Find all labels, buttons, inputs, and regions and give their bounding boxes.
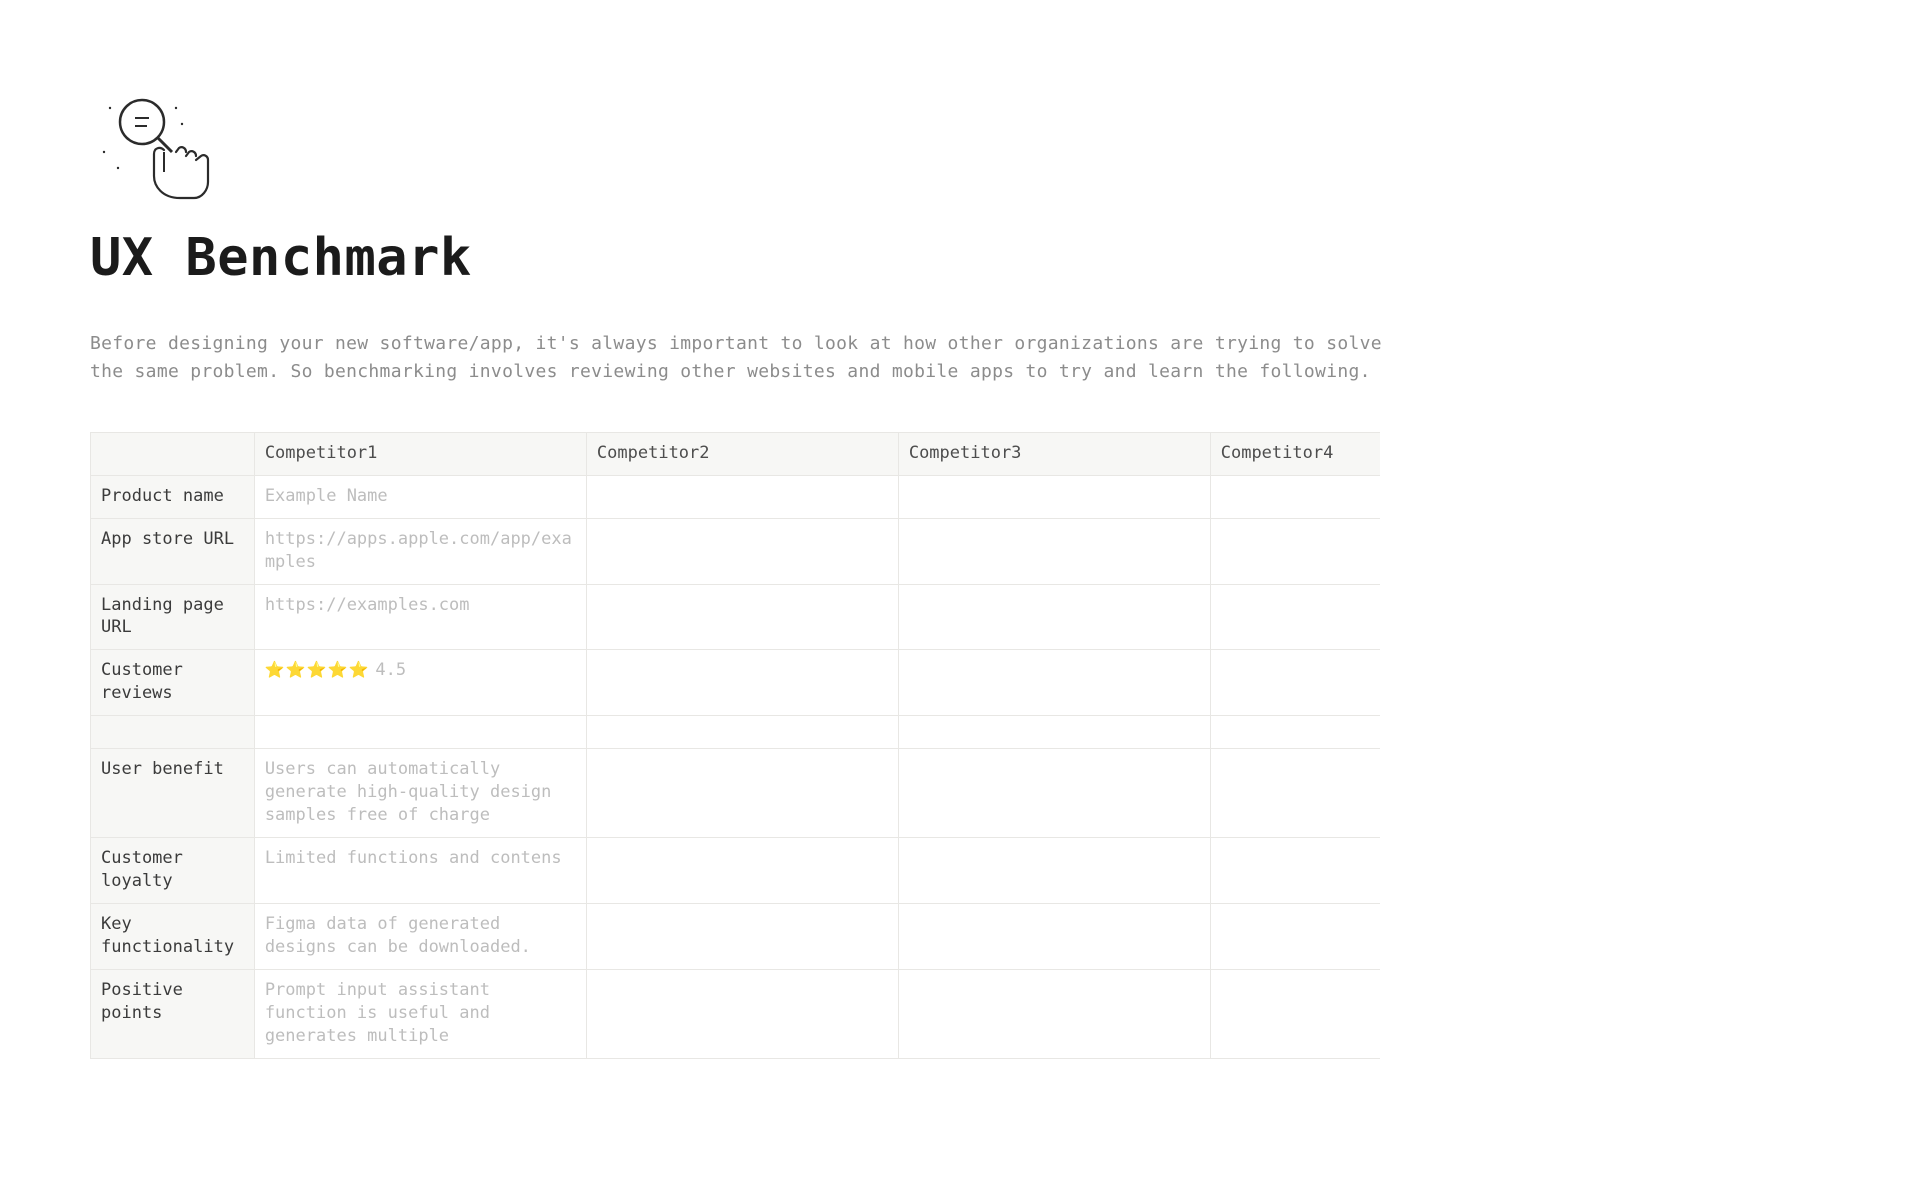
- rowlabel-user-benefit: User benefit: [91, 749, 255, 838]
- cell-loyalty-c1[interactable]: Limited functions and contens: [254, 838, 586, 904]
- cell-landing-c1[interactable]: https://examples.com: [254, 584, 586, 650]
- cell-loyalty-c3[interactable]: [898, 838, 1210, 904]
- header-competitor1: Competitor1: [254, 432, 586, 475]
- cell-loyalty-c2[interactable]: [586, 838, 898, 904]
- intro-paragraph: Before designing your new software/app, …: [90, 330, 1390, 386]
- cell-benefit-c2[interactable]: [586, 749, 898, 838]
- cell-landing-c2[interactable]: [586, 584, 898, 650]
- benchmark-table: Competitor1 Competitor2 Competitor3 Comp…: [90, 432, 1380, 1059]
- header-competitor3: Competitor3: [898, 432, 1210, 475]
- cell-appstore-c2[interactable]: [586, 518, 898, 584]
- cell-spacer-c3[interactable]: [898, 716, 1210, 749]
- cell-functionality-c1[interactable]: Figma data of generated designs can be d…: [254, 903, 586, 969]
- rowlabel-key-functionality: Key functionality: [91, 903, 255, 969]
- rowlabel-product-name: Product name: [91, 475, 255, 518]
- rowlabel-customer-loyalty: Customer loyalty: [91, 838, 255, 904]
- cell-spacer-c4[interactable]: [1210, 716, 1380, 749]
- rowlabel-positive-points: Positive points: [91, 969, 255, 1058]
- cell-reviews-c2[interactable]: [586, 650, 898, 716]
- row-customer-loyalty: Customer loyalty Limited functions and c…: [91, 838, 1381, 904]
- cell-reviews-c1[interactable]: ⭐⭐⭐⭐⭐ 4.5: [254, 650, 586, 716]
- magnifier-hand-icon: [90, 90, 230, 210]
- cell-product-name-c1[interactable]: Example Name: [254, 475, 586, 518]
- cell-product-name-c2[interactable]: [586, 475, 898, 518]
- cell-positive-c3[interactable]: [898, 969, 1210, 1058]
- cell-positive-c2[interactable]: [586, 969, 898, 1058]
- cell-benefit-c3[interactable]: [898, 749, 1210, 838]
- row-positive-points: Positive points Prompt input assistant f…: [91, 969, 1381, 1058]
- document-page: UX Benchmark Before designing your new s…: [0, 0, 1920, 1119]
- row-landing-url: Landing page URL https://examples.com: [91, 584, 1381, 650]
- rowlabel-customer-reviews: Customer reviews: [91, 650, 255, 716]
- header-blank: [91, 432, 255, 475]
- cell-benefit-c1[interactable]: Users can automatically generate high-qu…: [254, 749, 586, 838]
- row-appstore-url: App store URL https://apps.apple.com/app…: [91, 518, 1381, 584]
- cell-reviews-c3[interactable]: [898, 650, 1210, 716]
- cell-positive-c4[interactable]: [1210, 969, 1380, 1058]
- cell-functionality-c3[interactable]: [898, 903, 1210, 969]
- rowlabel-spacer: [91, 716, 255, 749]
- cell-reviews-c4[interactable]: [1210, 650, 1380, 716]
- header-competitor2: Competitor2: [586, 432, 898, 475]
- cell-functionality-c2[interactable]: [586, 903, 898, 969]
- rowlabel-landing-url: Landing page URL: [91, 584, 255, 650]
- page-title: UX Benchmark: [90, 228, 1920, 288]
- cell-appstore-c3[interactable]: [898, 518, 1210, 584]
- header-competitor4: Competitor4: [1210, 432, 1380, 475]
- cell-functionality-c4[interactable]: [1210, 903, 1380, 969]
- table-viewport: Competitor1 Competitor2 Competitor3 Comp…: [90, 432, 1380, 1059]
- row-product-name: Product name Example Name: [91, 475, 1381, 518]
- cell-positive-c1[interactable]: Prompt input assistant function is usefu…: [254, 969, 586, 1058]
- cell-appstore-c1[interactable]: https://apps.apple.com/app/examples: [254, 518, 586, 584]
- star-icons: ⭐⭐⭐⭐⭐: [265, 660, 370, 679]
- cell-landing-c4[interactable]: [1210, 584, 1380, 650]
- cell-spacer-c2[interactable]: [586, 716, 898, 749]
- cell-landing-c3[interactable]: [898, 584, 1210, 650]
- cell-loyalty-c4[interactable]: [1210, 838, 1380, 904]
- page-icon: [90, 90, 230, 210]
- cell-appstore-c4[interactable]: [1210, 518, 1380, 584]
- cell-spacer-c1[interactable]: [254, 716, 586, 749]
- cell-product-name-c3[interactable]: [898, 475, 1210, 518]
- row-spacer: [91, 716, 1381, 749]
- row-key-functionality: Key functionality Figma data of generate…: [91, 903, 1381, 969]
- row-user-benefit: User benefit Users can automatically gen…: [91, 749, 1381, 838]
- cell-benefit-c4[interactable]: [1210, 749, 1380, 838]
- table-header-row: Competitor1 Competitor2 Competitor3 Comp…: [91, 432, 1381, 475]
- row-customer-reviews: Customer reviews ⭐⭐⭐⭐⭐ 4.5: [91, 650, 1381, 716]
- rating-value: 4.5: [375, 660, 406, 680]
- cell-product-name-c4[interactable]: [1210, 475, 1380, 518]
- rowlabel-appstore-url: App store URL: [91, 518, 255, 584]
